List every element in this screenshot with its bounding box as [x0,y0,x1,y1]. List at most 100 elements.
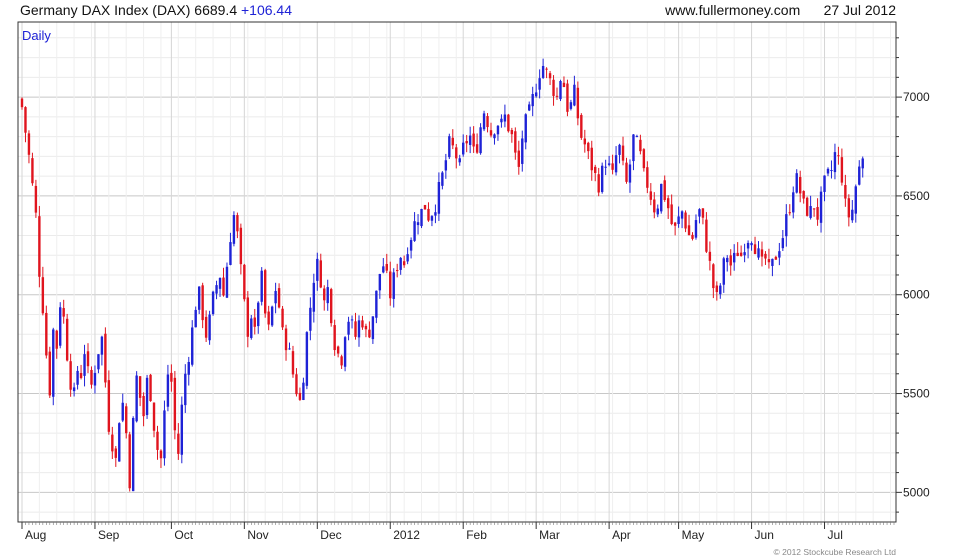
candle-body [534,92,538,97]
candle-body [197,286,201,310]
candle-body [587,142,590,152]
candle-body [458,158,461,163]
candle-body [639,139,642,152]
candle-body [420,208,423,227]
candle-body [72,387,76,392]
candle-body [597,174,600,193]
candle-body [350,319,354,321]
candle-body [743,252,746,256]
candle-body [253,317,256,327]
candle-body [107,380,111,432]
candle-body [222,277,225,296]
candle-body [573,84,576,106]
candle-body [246,297,250,337]
candle-body [646,167,649,188]
candle-body [389,271,392,299]
candle-body [406,254,409,262]
candle-body [20,98,24,108]
candle-body [510,130,514,135]
x-tick-label: Nov [247,528,268,542]
candle-body [368,329,371,338]
candle-body [455,147,458,159]
candle-body [236,215,239,232]
candle-body [55,330,58,349]
candle-body [385,263,388,271]
candle-body [38,216,41,277]
candle-body [809,206,812,218]
candle-body [635,136,639,138]
candle-body [844,185,847,199]
candle-body [93,372,97,386]
candle-body [486,116,489,128]
candle-body [288,348,291,350]
candle-body [830,170,833,172]
candle-body [653,199,656,213]
candle-body [663,180,666,200]
candle-body [621,145,625,161]
candle-body [628,164,632,183]
candle-body [27,133,31,155]
candle-body [170,372,173,382]
candle-body [680,211,684,219]
candle-body [402,261,406,266]
candle-body [437,181,441,214]
candle-body [250,318,253,338]
candle-body [156,431,159,450]
candle-body [309,307,312,331]
candle-body [625,162,628,182]
candle-body [427,208,430,221]
candle-body [357,320,361,338]
candle-body [472,133,475,147]
candle-body [785,214,788,237]
candle-body [159,450,163,459]
candle-body [562,82,566,88]
candle-body [392,272,395,299]
candle-body [517,150,520,167]
candle-body [545,68,548,70]
candle-body [795,173,798,193]
candle-body [413,221,416,241]
candle-body [673,222,677,226]
candle-body [187,361,190,375]
candle-body [316,258,319,281]
candle-body [819,191,823,223]
y-tick-label: 7000 [903,90,930,104]
price-chart[interactable]: 5000 5500 6000 6500 7000 Aug Sep Oct Nov Dec 2012… [0,0,980,560]
x-tick-label: Aug [25,528,46,542]
candle-body [333,325,336,351]
y-tick-label: 6500 [903,189,930,203]
candle-body [590,147,593,171]
candle-body [329,289,333,324]
candle-body [465,141,468,144]
candle-body [764,253,767,259]
candle-body [323,288,326,301]
candle-body [722,258,725,285]
candle-body [142,395,145,417]
candle-body [90,369,93,385]
candle-body [194,309,197,328]
candle-body [274,290,277,304]
x-tick-label: Dec [320,528,341,542]
candle-body [114,448,118,458]
candle-body [600,165,604,192]
candle-body [260,270,263,302]
candle-body [347,321,350,335]
candle-body [312,282,316,312]
candle-body [642,149,646,169]
candle-body [660,183,663,212]
candle-body [83,354,86,376]
candle-body [566,83,569,112]
candle-body [177,433,180,454]
candle-body [559,81,562,100]
candle-body [569,102,573,109]
candle-body [326,287,329,304]
candle-body [173,377,177,431]
candle-body [708,251,712,261]
candle-body [812,208,816,210]
candle-body [243,264,246,300]
candle-body [302,382,305,401]
candle-body [378,274,382,291]
candle-body [138,376,142,398]
candle-body [218,277,222,289]
candle-body [482,113,486,130]
